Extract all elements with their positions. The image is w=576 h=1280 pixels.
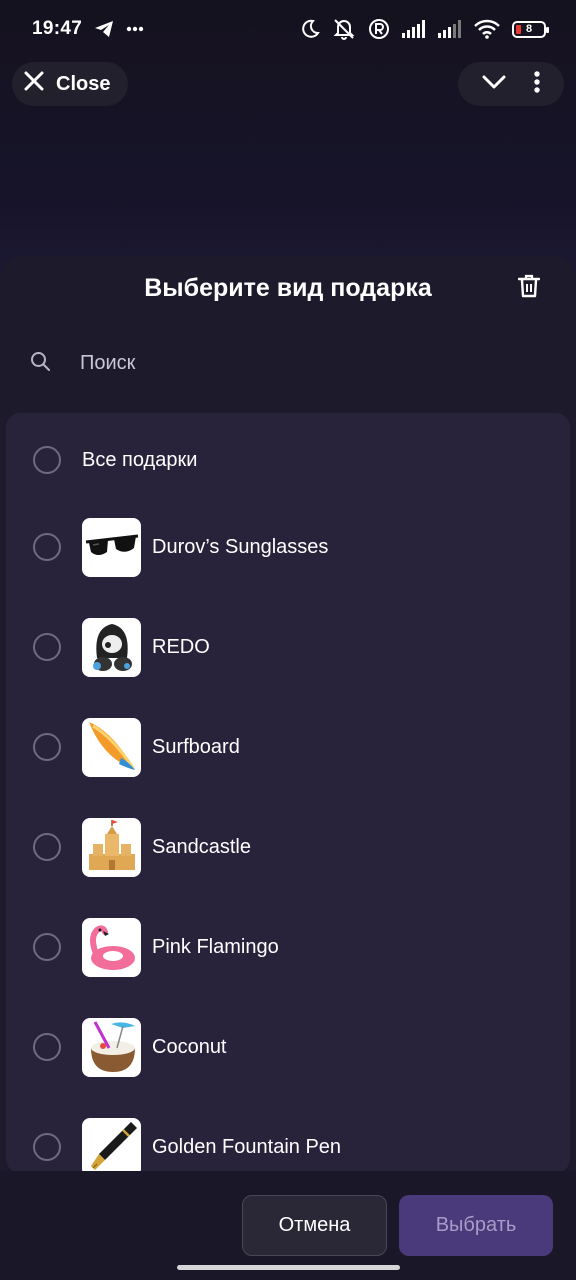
list-item-surfboard[interactable]: Surfboard bbox=[6, 702, 570, 792]
top-actions bbox=[458, 62, 564, 106]
muted-icon bbox=[332, 18, 356, 40]
list-item-all-gifts[interactable]: Все подарки bbox=[6, 415, 570, 505]
registered-icon bbox=[368, 18, 390, 40]
status-bar-right: 8 bbox=[300, 18, 549, 40]
list-item-pink-flamingo[interactable]: Pink Flamingo bbox=[6, 902, 570, 992]
signal-icon bbox=[438, 20, 462, 38]
more-vertical-icon[interactable] bbox=[533, 70, 541, 99]
trash-icon[interactable] bbox=[517, 274, 541, 303]
item-label: Durov’s Sunglasses bbox=[152, 535, 329, 558]
item-label: Golden Fountain Pen bbox=[152, 1135, 342, 1158]
wifi-icon bbox=[474, 19, 500, 39]
list-item-redo[interactable]: REDO bbox=[6, 602, 570, 692]
sunglasses-icon bbox=[82, 517, 141, 577]
radio-button[interactable] bbox=[33, 733, 61, 761]
search-input[interactable] bbox=[80, 351, 500, 375]
item-label: Pink Flamingo bbox=[152, 935, 279, 958]
list-item-sunglasses[interactable]: Durov’s Sunglasses bbox=[6, 502, 570, 592]
list-item-golden-fountain-pen[interactable]: Golden Fountain Pen bbox=[6, 1102, 570, 1173]
coconut-drink-icon bbox=[82, 1017, 141, 1077]
close-button[interactable]: Close bbox=[12, 62, 129, 106]
radio-button[interactable] bbox=[33, 633, 61, 661]
status-time: 19:47 bbox=[32, 18, 83, 39]
flamingo-float-icon bbox=[82, 917, 141, 977]
radio-button[interactable] bbox=[33, 1033, 61, 1061]
telegram-icon bbox=[94, 20, 114, 38]
close-label: Close bbox=[56, 72, 111, 95]
cancel-button[interactable]: Отмена bbox=[242, 1195, 387, 1256]
select-button[interactable]: Выбрать bbox=[399, 1195, 553, 1256]
more-dots-icon bbox=[126, 26, 144, 32]
gift-list: Все подарки Durov’s Sunglasses REDO Surf… bbox=[6, 413, 570, 1173]
radio-button[interactable] bbox=[33, 833, 61, 861]
search-icon bbox=[30, 351, 50, 376]
status-bar: 19:47 8 bbox=[0, 0, 576, 58]
item-label: Surfboard bbox=[152, 735, 240, 758]
item-label: Sandcastle bbox=[152, 835, 251, 858]
gift-type-sheet: Выберите вид подарка Все подарки bbox=[0, 256, 576, 1280]
redo-creature-icon bbox=[82, 617, 141, 677]
item-label: Все подарки bbox=[82, 448, 198, 471]
list-item-sandcastle[interactable]: Sandcastle bbox=[6, 802, 570, 892]
sandcastle-icon bbox=[82, 817, 141, 877]
radio-button[interactable] bbox=[33, 1133, 61, 1161]
list-item-coconut[interactable]: Coconut bbox=[6, 1002, 570, 1092]
home-indicator[interactable] bbox=[177, 1265, 400, 1270]
battery-icon: 8 bbox=[512, 20, 549, 38]
radio-button[interactable] bbox=[33, 446, 61, 474]
sheet-header: Выберите вид подарка bbox=[0, 256, 576, 318]
signal-icon bbox=[402, 20, 426, 38]
surfboard-icon bbox=[82, 717, 141, 777]
status-bar-left: 19:47 bbox=[32, 18, 144, 40]
close-icon bbox=[24, 71, 44, 97]
radio-button[interactable] bbox=[33, 933, 61, 961]
radio-button[interactable] bbox=[33, 533, 61, 561]
item-label: REDO bbox=[152, 635, 210, 658]
item-label: Coconut bbox=[152, 1035, 227, 1058]
moon-icon bbox=[300, 19, 320, 39]
sheet-title: Выберите вид подарка bbox=[144, 273, 432, 302]
chevron-down-icon[interactable] bbox=[482, 74, 506, 95]
search-bar bbox=[0, 318, 576, 408]
fountain-pen-icon bbox=[82, 1117, 141, 1173]
